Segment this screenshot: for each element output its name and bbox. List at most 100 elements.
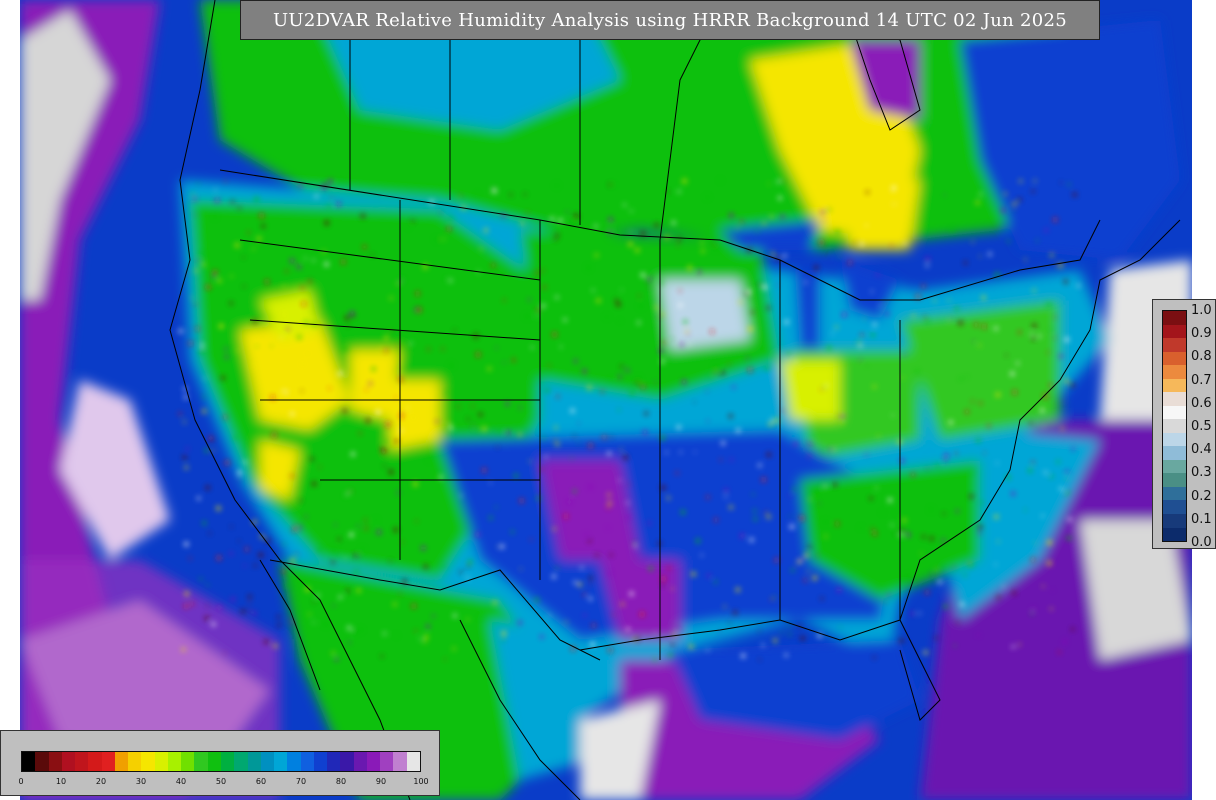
station-dot (929, 508, 933, 512)
station-dot (859, 359, 862, 361)
station-dot (243, 460, 247, 464)
station-dot (838, 415, 841, 418)
station-dot (558, 218, 563, 223)
station-dot (471, 405, 474, 408)
station-dot (623, 455, 628, 460)
station-dot (648, 286, 651, 289)
station-dot (813, 186, 816, 188)
station-dot (374, 518, 378, 522)
station-dot (1016, 361, 1020, 365)
station-dot (342, 408, 347, 413)
station-dot (771, 252, 775, 256)
station-dot (612, 613, 615, 616)
station-dot (888, 498, 892, 503)
station-dot (601, 390, 604, 393)
station-dot (574, 359, 578, 363)
station-dot (411, 604, 416, 608)
ratio-tick-label: 0.8 (1191, 349, 1212, 365)
station-dot (545, 388, 550, 393)
station-dot (820, 388, 823, 391)
station-dot (758, 629, 760, 632)
station-dot (654, 381, 657, 384)
station-dot (706, 419, 709, 422)
station-dot (647, 521, 651, 525)
station-dot (186, 329, 189, 332)
station-dot (1070, 382, 1075, 388)
station-dot (626, 501, 629, 505)
station-dot (804, 281, 807, 284)
station-dot (720, 370, 725, 375)
station-dot (520, 221, 524, 225)
station-dot (190, 602, 194, 606)
ratio-colorbar-swatch (1163, 527, 1186, 542)
station-dot (904, 354, 906, 356)
station-dot (1018, 643, 1021, 646)
station-dot (654, 306, 658, 310)
station-dot (976, 438, 981, 443)
station-dot (944, 453, 949, 458)
station-dot (714, 580, 717, 584)
station-dot (980, 501, 983, 504)
station-dot (617, 408, 621, 411)
station-dot (308, 279, 312, 283)
station-dot (570, 220, 574, 225)
station-dot (626, 515, 630, 520)
station-dot (963, 574, 967, 577)
station-dot (395, 634, 398, 637)
station-dot (487, 367, 491, 371)
station-dot (724, 495, 727, 498)
station-dot (197, 496, 201, 500)
station-dot (799, 516, 805, 521)
station-dot (199, 349, 205, 354)
station-dot (885, 312, 889, 316)
station-dot (500, 544, 504, 549)
station-dot (712, 243, 716, 246)
station-dot (653, 658, 657, 661)
station-dot (224, 652, 226, 654)
station-dot (421, 546, 426, 550)
station-dot (252, 248, 255, 250)
station-dot (923, 316, 927, 319)
station-dot (635, 381, 639, 385)
station-dot (225, 355, 229, 359)
station-dot (766, 306, 771, 310)
station-dot (691, 572, 696, 577)
station-dot (478, 412, 483, 417)
station-dot (344, 315, 350, 320)
station-dot (911, 473, 915, 477)
station-dot (974, 323, 978, 327)
station-dot (871, 528, 874, 531)
station-dot (1010, 371, 1015, 376)
station-dot (714, 518, 718, 522)
station-dot (484, 228, 488, 233)
station-dot (536, 308, 540, 312)
station-dot (401, 541, 404, 544)
station-dot (994, 563, 997, 566)
station-dot (1042, 426, 1045, 428)
station-dot (184, 591, 189, 596)
rh-colorbar-swatch (287, 752, 301, 771)
station-dot (869, 496, 873, 500)
station-dot (588, 443, 593, 448)
station-dot (595, 253, 598, 257)
station-dot (873, 656, 876, 659)
station-dot (606, 506, 610, 509)
station-dot (347, 626, 352, 630)
station-dot (498, 429, 502, 433)
station-dot (178, 329, 183, 333)
station-dot (285, 583, 290, 588)
station-dot (573, 489, 577, 493)
station-dot (314, 194, 318, 198)
station-dot (449, 279, 452, 282)
station-dot (1050, 253, 1054, 257)
station-dot (766, 452, 771, 457)
station-dot (833, 482, 837, 487)
station-dot (217, 279, 222, 283)
station-dot (752, 493, 755, 496)
station-dot (286, 327, 290, 331)
station-dot (204, 377, 206, 380)
station-dot (954, 306, 959, 311)
station-dot (823, 520, 828, 524)
station-dot (265, 280, 269, 284)
station-dot (839, 626, 842, 628)
